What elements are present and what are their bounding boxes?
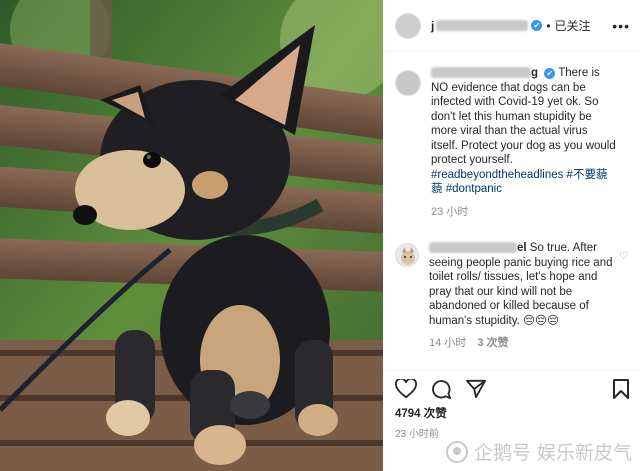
reply-username[interactable]: el — [429, 242, 527, 254]
verified-badge-icon: ✔ — [544, 68, 556, 79]
blurred-username — [431, 67, 531, 79]
bookmark-icon[interactable] — [612, 378, 630, 400]
puppy-on-bench-image — [0, 0, 383, 471]
reply-meta: 14 小时 3 次赞 — [429, 336, 615, 351]
post-side-panel: j ✔ • 已关注 ••• g ✔ There is NO evidence t… — [383, 0, 640, 471]
watermark-text: 企鹅号 娱乐新皮气 — [473, 442, 632, 464]
blurred-username — [429, 242, 517, 254]
watermark: 企鹅号 娱乐新皮气 — [445, 438, 632, 465]
caption-username[interactable]: g — [431, 67, 538, 79]
penguin-logo-icon — [445, 440, 468, 463]
post-header: j ✔ • 已关注 ••• — [383, 0, 640, 52]
author-avatar[interactable] — [395, 12, 421, 39]
caption-author-avatar[interactable] — [395, 70, 421, 96]
caption-meta: 23 小时 — [431, 205, 617, 220]
caption-time[interactable]: 23 小时 — [431, 206, 468, 218]
post-photo[interactable] — [0, 0, 383, 471]
action-icons — [395, 377, 630, 401]
likes-count[interactable]: 4794 次赞 — [395, 405, 630, 421]
share-icon[interactable] — [465, 379, 487, 399]
comments-section[interactable]: g ✔ There is NO evidence that dogs can b… — [383, 52, 640, 370]
more-options-icon[interactable]: ••• — [612, 18, 630, 34]
caption-comment: g ✔ There is NO evidence that dogs can b… — [395, 66, 628, 219]
verified-badge-icon: ✔ — [531, 20, 543, 31]
reply-comment: el So true. After seeing people panic bu… — [395, 241, 628, 351]
comment-like-icon[interactable]: ♡ — [619, 251, 628, 262]
separator-dot: • — [546, 18, 551, 33]
reply-text: So true. After seeing people panic buyin… — [429, 242, 613, 327]
reply-time[interactable]: 14 小时 — [429, 337, 466, 349]
comment-icon[interactable] — [430, 378, 452, 400]
blurred-username — [436, 20, 529, 31]
caption-body: g ✔ There is NO evidence that dogs can b… — [431, 66, 617, 219]
author-username-initial: j — [431, 18, 435, 33]
heart-icon[interactable] — [395, 379, 417, 399]
author-username[interactable]: j ✔ — [431, 18, 543, 33]
following-button[interactable]: 已关注 — [555, 17, 591, 34]
caption-hashtags[interactable]: #readbeyondtheheadlines #不要藐藐 #dontpanic — [431, 169, 607, 196]
action-bar: 4794 次赞 23 小时前 — [383, 370, 640, 440]
commenter-avatar[interactable] — [395, 243, 419, 267]
reply-likes[interactable]: 3 次赞 — [477, 337, 508, 349]
reply-body: el So true. After seeing people panic bu… — [429, 241, 615, 351]
caption-text: There is NO evidence that dogs can be in… — [431, 67, 616, 166]
